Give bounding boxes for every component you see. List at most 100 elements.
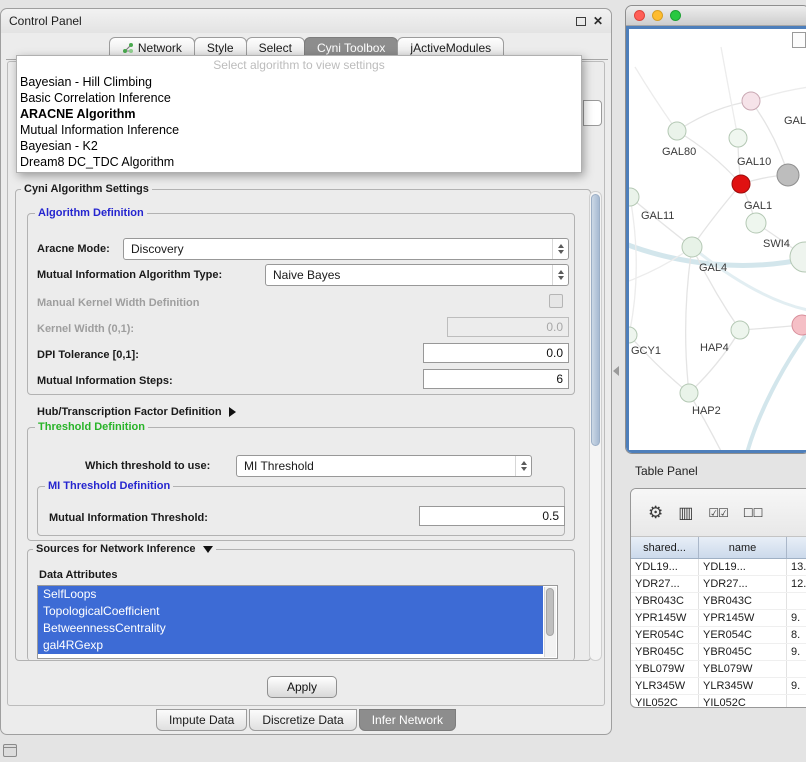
list-item-betweennesscentrality[interactable]: BetweennessCentrality [38, 620, 543, 637]
network-node[interactable] [742, 92, 760, 110]
cell[interactable]: YER054C [631, 627, 699, 643]
algorithm-option-bayesian-hill-climbing[interactable]: Bayesian - Hill Climbing [17, 74, 581, 90]
network-icon [122, 42, 134, 54]
algorithm-option-mutual-information[interactable]: Mutual Information Inference [17, 122, 581, 138]
table-row[interactable]: YIL052CYIL052C [631, 695, 806, 708]
mi-algorithm-type-select[interactable]: Naive Bayes [265, 264, 569, 286]
cell[interactable]: YDR27... [631, 576, 699, 592]
cell[interactable]: 8. [787, 627, 806, 643]
network-node-label: GAL4 [699, 262, 727, 274]
tab-discretize-data[interactable]: Discretize Data [249, 709, 356, 731]
list-item-gal4rgexp[interactable]: gal4RGexp [38, 637, 543, 654]
control-panel-titlebar[interactable]: Control Panel ✕ [1, 9, 611, 33]
aracne-mode-select[interactable]: Discovery [123, 238, 569, 260]
cell[interactable]: YDR27... [699, 576, 787, 592]
apply-button[interactable]: Apply [267, 676, 337, 698]
zoom-traffic-light[interactable] [670, 10, 681, 21]
tab-infer-network[interactable]: Infer Network [359, 709, 456, 731]
select-all-columns-icon[interactable]: ☑☑ [708, 506, 728, 520]
network-node-swi4[interactable] [790, 242, 806, 272]
cell[interactable]: YIL052C [699, 695, 787, 708]
list-scrollbar-thumb[interactable] [546, 588, 554, 636]
cell[interactable]: YER054C [699, 627, 787, 643]
column-header-name[interactable]: name [699, 537, 787, 558]
table-row[interactable]: YBR045CYBR045C9. [631, 644, 806, 661]
table-settings-icon[interactable]: ⚙ [648, 503, 663, 523]
algorithm-option-basic-correlation[interactable]: Basic Correlation Inference [17, 90, 581, 106]
minimize-traffic-light[interactable] [652, 10, 663, 21]
table-row[interactable]: YLR345WYLR345W9. [631, 678, 806, 695]
cell[interactable] [787, 695, 806, 708]
list-scrollbar[interactable] [544, 587, 556, 657]
algorithm-option-aracne[interactable]: ARACNE Algorithm [17, 106, 581, 122]
tab-impute-data[interactable]: Impute Data [156, 709, 247, 731]
network-node[interactable] [732, 175, 750, 193]
network-edge [629, 197, 636, 335]
network-node[interactable] [777, 164, 799, 186]
network-node-gal10[interactable] [729, 129, 747, 147]
network-node-gcy1[interactable] [629, 327, 637, 343]
network-node-hap4[interactable] [731, 321, 749, 339]
data-attributes-list[interactable]: SelfLoops TopologicalCoefficient Between… [37, 585, 558, 659]
column-header-shared-name[interactable]: shared... [631, 537, 699, 558]
cell[interactable]: 9. [787, 644, 806, 660]
cyni-algorithm-settings-title: Cyni Algorithm Settings [21, 183, 152, 196]
cell[interactable]: YPR145W [631, 610, 699, 626]
mi-threshold-input[interactable] [419, 506, 565, 526]
cell[interactable]: YBR045C [699, 644, 787, 660]
sources-group-toggle[interactable]: Sources for Network Inference [33, 543, 216, 556]
table-row[interactable]: YBR043CYBR043C [631, 593, 806, 610]
cell[interactable]: YBR043C [699, 593, 787, 609]
network-node-gal4[interactable] [682, 237, 702, 257]
mi-steps-input[interactable] [423, 369, 569, 389]
table-row[interactable]: YDL19...YDL19...13... [631, 559, 806, 576]
column-header-extra[interactable] [787, 537, 806, 558]
cell[interactable] [787, 593, 806, 609]
network-node-hap2[interactable] [680, 384, 698, 402]
cell[interactable]: YBR045C [631, 644, 699, 660]
close-window-icon[interactable]: ✕ [593, 15, 603, 27]
table-row[interactable]: YBL079WYBL079W [631, 661, 806, 678]
network-node[interactable] [792, 315, 806, 335]
table-row[interactable]: YER054CYER054C8. [631, 627, 806, 644]
network-window-titlebar[interactable] [626, 6, 806, 26]
algorithm-option-dream8[interactable]: Dream8 DC_TDC Algorithm [17, 154, 581, 170]
close-traffic-light[interactable] [634, 10, 645, 21]
settings-scrollbar-thumb[interactable] [591, 194, 600, 446]
cell[interactable] [787, 661, 806, 677]
cell[interactable]: 9. [787, 610, 806, 626]
cell[interactable]: 13... [787, 559, 806, 575]
cell[interactable]: 9. [787, 678, 806, 694]
network-node-label: SWI4 [763, 238, 790, 250]
show-columns-icon[interactable]: ▥ [678, 503, 693, 523]
network-node-gal1[interactable] [746, 213, 766, 233]
network-canvas-area[interactable]: GAL80GAL10GAL11GAL1SWI4GAL4GCY1HAP4HAP2G… [626, 26, 806, 453]
list-item-selfloops[interactable]: SelfLoops [38, 586, 543, 603]
network-node-gal80[interactable] [668, 122, 686, 140]
cell[interactable]: YBL079W [631, 661, 699, 677]
cell[interactable]: YBL079W [699, 661, 787, 677]
table-row[interactable]: YDR27...YDR27...12... [631, 576, 806, 593]
cell[interactable]: YPR145W [699, 610, 787, 626]
cell[interactable]: YIL052C [631, 695, 699, 708]
table-row[interactable]: YPR145WYPR145W9. [631, 610, 806, 627]
hub-definition-toggle[interactable]: Hub/Transcription Factor Definition [37, 403, 236, 421]
network-canvas[interactable]: GAL80GAL10GAL11GAL1SWI4GAL4GCY1HAP4HAP2G… [629, 29, 806, 450]
cell[interactable]: 12... [787, 576, 806, 592]
which-threshold-select[interactable]: MI Threshold [236, 455, 532, 477]
cell[interactable]: YLR345W [631, 678, 699, 694]
table-toolbar: ⚙ ▥ ☑☑ ☐☐ [631, 489, 806, 537]
minimized-panel-icon[interactable] [3, 744, 17, 757]
unselect-all-columns-icon[interactable]: ☐☐ [743, 506, 763, 520]
cell[interactable]: YBR043C [631, 593, 699, 609]
list-item-topologicalcoefficient[interactable]: TopologicalCoefficient [38, 603, 543, 620]
cell[interactable]: YDL19... [699, 559, 787, 575]
splitter-collapse-icon[interactable] [613, 366, 619, 376]
dpi-tolerance-input[interactable] [423, 343, 569, 363]
settings-scrollbar[interactable] [589, 191, 602, 661]
algorithm-option-bayesian-k2[interactable]: Bayesian - K2 [17, 138, 581, 154]
network-view-window: GAL80GAL10GAL11GAL1SWI4GAL4GCY1HAP4HAP2G… [625, 5, 806, 454]
float-window-icon[interactable] [576, 17, 586, 26]
cell[interactable]: YDL19... [631, 559, 699, 575]
cell[interactable]: YLR345W [699, 678, 787, 694]
